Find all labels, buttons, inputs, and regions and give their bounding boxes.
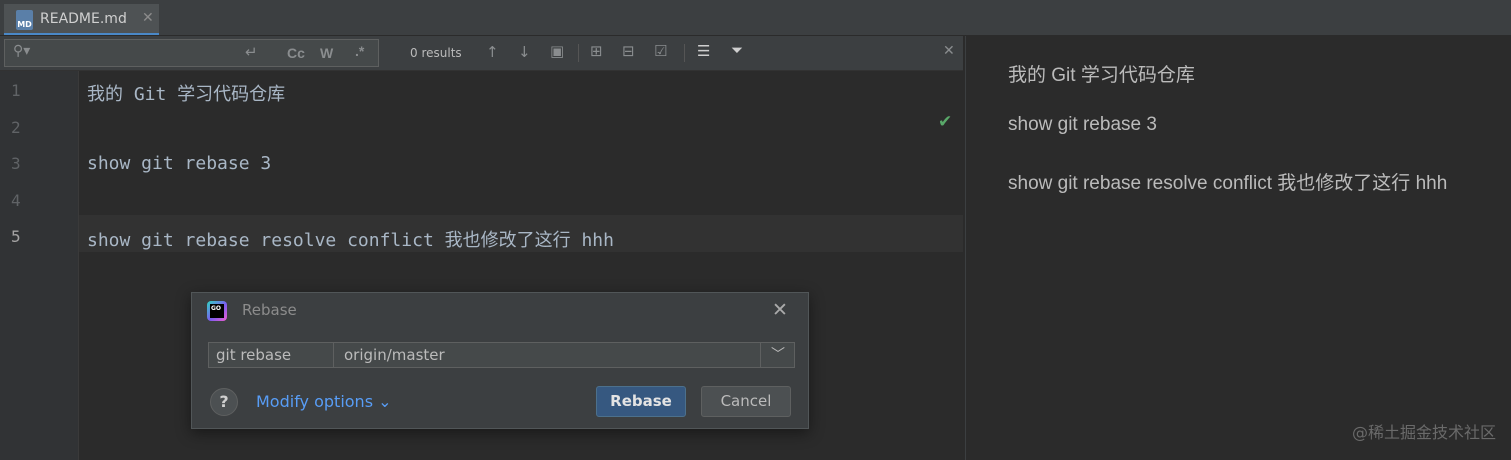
code-line[interactable]: show git rebase 3 [87,153,271,174]
code-line[interactable]: 我的 Git 学习代码仓库 [87,80,285,106]
combobox-divider [760,343,761,367]
line-number: 2 [11,118,21,137]
tab-label: README.md [40,11,127,27]
search-history-icon[interactable]: ⚲▾ [13,43,30,59]
logo-text: GO [210,304,224,318]
markdown-file-icon: MD [16,10,33,30]
select-all-matches-icon[interactable]: ☑ [654,42,667,60]
close-tab-icon[interactable]: ✕ [142,10,154,26]
add-occurrence-icon[interactable]: ⊞ [590,42,603,60]
dialog-title: Rebase [242,301,297,319]
find-bar: ⚲▾ ↵ Cc W .* 0 results ↑ ↓ ▣ ⊞ ⊟ ☑ ☰ ⏷ ✕ [0,36,963,71]
separator [578,44,579,62]
branch-value[interactable]: origin/master [344,346,445,364]
close-icon[interactable]: ✕ [772,299,788,321]
filter-search-results-icon[interactable]: ☰ [697,42,710,60]
close-find-bar-icon[interactable]: ✕ [943,43,955,59]
words-toggle[interactable]: W [320,45,333,61]
previous-occurrence-icon[interactable]: ↑ [486,43,499,61]
help-button[interactable]: ? [210,388,238,416]
goland-logo-icon: GO [207,301,227,321]
git-command-text: git rebase [216,346,292,364]
line-number-current: 5 [11,227,21,246]
rebase-button[interactable]: Rebase [596,386,686,417]
remove-occurrence-icon[interactable]: ⊟ [622,42,635,60]
watermark: @稀土掘金技术社区 [1351,423,1496,442]
line-number-gutter: 1 2 3 4 5 [0,71,79,460]
markdown-preview: 我的 Git 学习代码仓库 show git rebase 3 show git… [965,36,1511,460]
select-all-occurrences-icon[interactable]: ▣ [550,42,564,60]
search-results-count: 0 results [410,46,462,60]
preview-paragraph: 我的 Git 学习代码仓库 [1008,65,1195,86]
tab-readme[interactable]: MD README.md ✕ [4,4,159,35]
preview-paragraph: show git rebase resolve conflict 我也修改了这行… [1008,173,1448,194]
cancel-button[interactable]: Cancel [701,386,791,417]
new-line-icon[interactable]: ↵ [245,43,258,61]
line-number: 3 [11,154,21,173]
preview-paragraph: show git rebase 3 [1008,114,1157,135]
filter-icon[interactable]: ⏷ [731,41,743,59]
chevron-down-icon[interactable]: ﹀ [771,344,785,364]
rebase-dialog: GO Rebase ✕ git rebase origin/master ﹀ ?… [191,292,809,429]
branch-combobox[interactable]: origin/master ﹀ [333,342,795,368]
regex-toggle[interactable]: .* [355,43,364,59]
next-occurrence-icon[interactable]: ↓ [518,43,531,61]
modify-options-link[interactable]: Modify options ⌄ [256,392,392,411]
editor-tab-bar: MD README.md ✕ [0,0,1511,36]
separator [684,44,685,62]
code-line[interactable]: show git rebase resolve conflict 我也修改了这行… [87,226,614,252]
line-number: 1 [11,81,21,100]
match-case-toggle[interactable]: Cc [287,45,305,61]
line-number: 4 [11,191,21,210]
git-command-label: git rebase [208,342,334,368]
no-problems-check-icon[interactable]: ✔ [938,112,952,132]
search-input[interactable]: ⚲▾ ↵ Cc W .* [4,39,379,67]
